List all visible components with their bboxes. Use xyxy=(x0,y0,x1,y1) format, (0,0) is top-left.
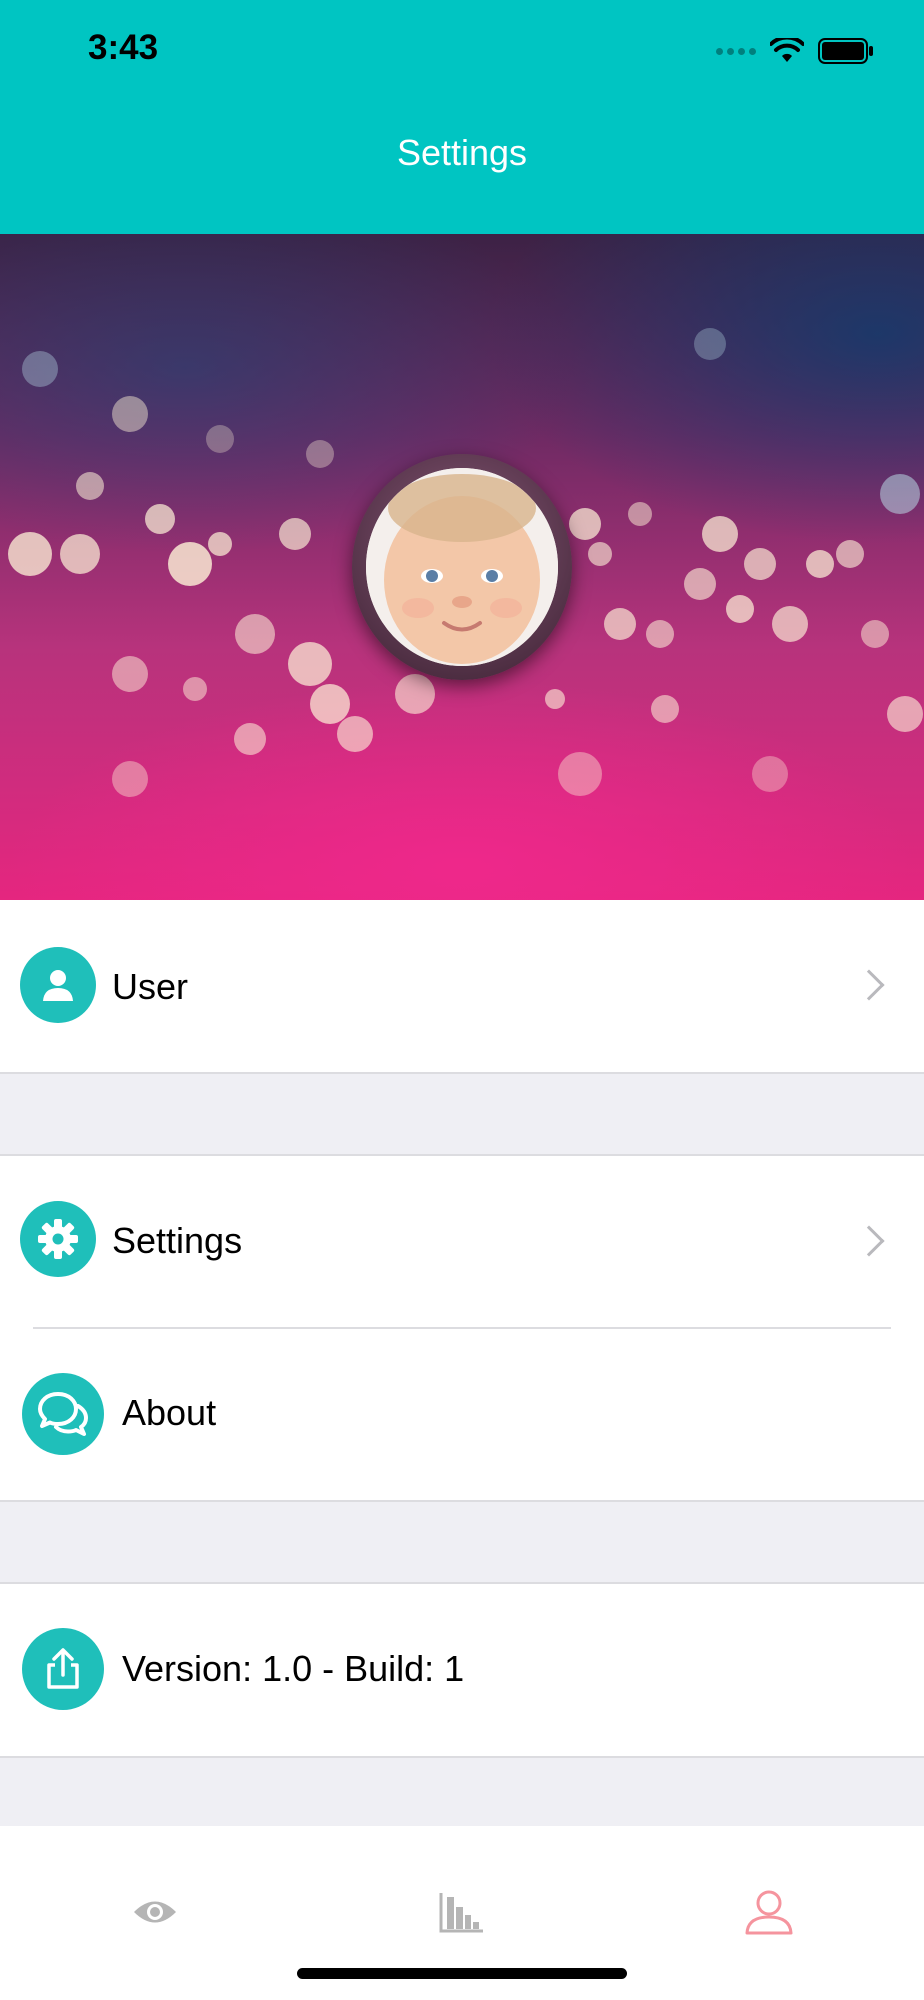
tab-statistics[interactable] xyxy=(427,1882,497,1942)
bar-chart-icon xyxy=(439,1893,483,1933)
battery-icon xyxy=(818,38,873,64)
tab-eye[interactable] xyxy=(120,1882,190,1942)
version-label: Version: 1.0 - Build: 1 xyxy=(122,1648,465,1689)
version-group: Version: 1.0 - Build: 1 xyxy=(0,1584,924,1756)
status-icons xyxy=(716,34,874,68)
baby-photo-icon xyxy=(366,468,558,666)
navigation-header: 3:43 Settings xyxy=(0,0,924,234)
page-title: Settings xyxy=(396,132,528,173)
divider xyxy=(0,1756,924,1758)
divider xyxy=(0,1500,924,1502)
settings-row[interactable]: Settings xyxy=(0,1156,924,1328)
home-indicator[interactable] xyxy=(297,1968,627,1979)
status-time: 3:43 xyxy=(88,28,159,67)
share-icon xyxy=(22,1628,104,1710)
chat-bubbles-icon xyxy=(22,1373,104,1455)
user-label: User xyxy=(112,966,189,1007)
user-icon xyxy=(20,947,96,1023)
wifi-icon xyxy=(770,38,804,62)
profile-avatar[interactable] xyxy=(352,454,572,680)
about-label: About xyxy=(122,1392,217,1433)
user-group: User xyxy=(0,900,924,1072)
settings-label: Settings xyxy=(112,1220,243,1261)
eye-icon xyxy=(134,1901,176,1923)
settings-screen: 3:43 Settings User Settings About Versio… xyxy=(0,0,924,2000)
chevron-right-icon xyxy=(853,1225,885,1257)
chevron-right-icon xyxy=(853,969,885,1001)
profile-banner xyxy=(0,234,924,900)
about-row[interactable]: About xyxy=(0,1328,924,1500)
person-icon xyxy=(745,1890,793,1935)
version-row[interactable]: Version: 1.0 - Build: 1 xyxy=(0,1584,924,1756)
settings-group: Settings About xyxy=(0,1156,924,1500)
signal-icon xyxy=(716,47,756,55)
tab-profile[interactable] xyxy=(734,1882,804,1942)
divider xyxy=(0,1072,924,1074)
user-row[interactable]: User xyxy=(0,900,924,1072)
gear-icon xyxy=(20,1201,96,1277)
